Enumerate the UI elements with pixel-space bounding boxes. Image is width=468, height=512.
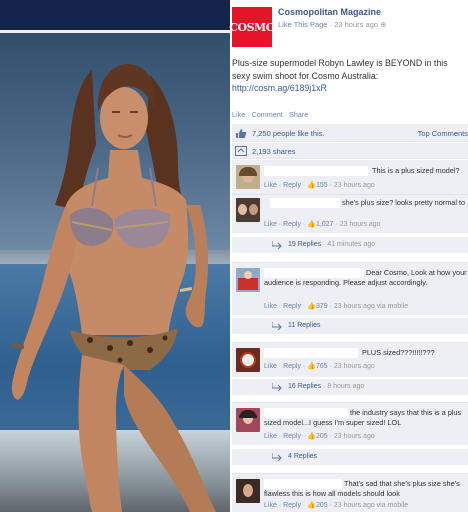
comment-reply-link[interactable]: Reply bbox=[283, 182, 301, 189]
comment-item: Dear Cosmo, Look at how your audience is… bbox=[232, 263, 468, 315]
comment-time[interactable]: 23 hours ago bbox=[334, 433, 375, 440]
post-link[interactable]: http://cosm.ag/6189j1xR bbox=[232, 83, 327, 93]
globe-icon: ⊕ bbox=[380, 20, 387, 29]
replies-link[interactable]: 11 Replies bbox=[288, 322, 321, 329]
avatar[interactable] bbox=[236, 165, 260, 189]
replies-row[interactable]: 16 Replies · 8 hours ago bbox=[232, 379, 468, 395]
comment-like-link[interactable]: Like bbox=[264, 182, 277, 189]
comment-meta: Like · Reply · 👍379 · 23 hours ago via m… bbox=[264, 303, 409, 310]
like-page-line: Like This Page · 23 hours ago ⊕ bbox=[278, 20, 387, 29]
comment-meta: Like · Reply · 👍1,027 · 23 hours ago bbox=[264, 221, 381, 228]
facebook-post-panel: COSMO Cosmopolitan Magazine Like This Pa… bbox=[229, 0, 468, 512]
share-action[interactable]: Share bbox=[289, 110, 308, 119]
comment-text: she's plus size? looks pretty normal to … bbox=[342, 198, 466, 207]
comment-reply-link[interactable]: Reply bbox=[283, 433, 301, 440]
comment-like-count[interactable]: 155 bbox=[316, 182, 328, 189]
comment-reply-link[interactable]: Reply bbox=[283, 303, 301, 310]
avatar[interactable] bbox=[236, 479, 260, 503]
comment-text: That's sad that she's plus size she's fl… bbox=[264, 479, 460, 498]
thumbs-up-icon: 👍 bbox=[307, 502, 316, 509]
reply-arrow-icon bbox=[272, 383, 282, 391]
post-timestamp[interactable]: 23 hours ago bbox=[334, 20, 378, 29]
replies-row[interactable]: 11 Replies bbox=[232, 318, 468, 334]
comment-like-count[interactable]: 205 bbox=[316, 433, 328, 440]
likes-count[interactable]: 7,250 people like this. bbox=[252, 129, 325, 138]
replies-row[interactable]: 4 Replies bbox=[232, 449, 468, 465]
thumbs-up-icon: 👍 bbox=[307, 303, 316, 310]
comment-like-count[interactable]: 379 bbox=[316, 303, 328, 310]
post-photo[interactable] bbox=[0, 0, 230, 512]
comment-like-link[interactable]: Like bbox=[264, 433, 277, 440]
post-header: COSMO Cosmopolitan Magazine Like This Pa… bbox=[229, 0, 468, 48]
redacted-name bbox=[270, 198, 340, 208]
comment-item: That's sad that she's plus size she's fl… bbox=[232, 474, 468, 512]
redacted-name bbox=[264, 348, 358, 358]
post-text: Plus-size supermodel Robyn Lawley is BEY… bbox=[232, 58, 448, 93]
comment-like-link[interactable]: Like bbox=[264, 221, 277, 228]
comment-like-link[interactable]: Like bbox=[264, 303, 277, 310]
replies-time: 41 minutes ago bbox=[327, 241, 376, 248]
comment-time[interactable]: 23 hours ago via mobile bbox=[334, 502, 408, 509]
comment-like-count[interactable]: 205 bbox=[316, 502, 328, 509]
share-icon bbox=[235, 146, 247, 156]
comment-text: This is a plus sized model? bbox=[372, 166, 460, 175]
thumbs-up-icon: 👍 bbox=[307, 433, 316, 440]
comment-like-link[interactable]: Like bbox=[264, 363, 277, 370]
avatar[interactable] bbox=[236, 408, 260, 432]
avatar[interactable] bbox=[236, 198, 260, 222]
shares-row: 2,193 shares bbox=[232, 143, 468, 159]
top-comments-toggle[interactable]: Top Comments bbox=[418, 129, 468, 138]
comment-time[interactable]: 23 hours ago bbox=[334, 182, 375, 189]
comment-action[interactable]: Comment bbox=[252, 110, 283, 119]
comment-meta: Like · Reply · 👍205 · 23 hours ago bbox=[264, 433, 375, 440]
comment-meta: Like · Reply · 👍205 · 23 hours ago via m… bbox=[264, 502, 409, 509]
reply-arrow-icon bbox=[272, 453, 282, 461]
comment-time[interactable]: 23 hours ago via mobile bbox=[334, 303, 408, 310]
replies-link[interactable]: 16 Replies bbox=[288, 383, 321, 390]
comment-text-line2: x bbox=[264, 208, 468, 218]
replies-time: 8 hours ago bbox=[327, 383, 365, 390]
thumbs-up-icon: 👍 bbox=[307, 221, 316, 228]
avatar[interactable] bbox=[236, 268, 260, 292]
replies-link[interactable]: 19 Replies bbox=[288, 241, 321, 248]
page-name-link[interactable]: Cosmopolitan Magazine bbox=[278, 7, 381, 17]
comment-time[interactable]: 23 hours ago bbox=[340, 221, 381, 228]
post-actions: Like · Comment · Share bbox=[232, 110, 309, 119]
like-action[interactable]: Like bbox=[232, 110, 245, 119]
comment-item: This is a plus sized model? Like · Reply… bbox=[232, 160, 468, 194]
comment-item: the industry says that this is a plus si… bbox=[232, 403, 468, 445]
comment-item: PLUS sized???!!!!!??? Like · Reply · 👍76… bbox=[232, 343, 468, 377]
comment-meta: Like · Reply · 👍765 · 23 hours ago bbox=[264, 363, 375, 370]
reply-arrow-icon bbox=[272, 322, 282, 330]
avatar[interactable] bbox=[236, 348, 260, 372]
redacted-name bbox=[264, 166, 368, 176]
like-page-link[interactable]: Like This Page bbox=[278, 20, 327, 29]
shares-count[interactable]: 2,193 shares bbox=[252, 147, 295, 156]
comment-reply-link[interactable]: Reply bbox=[283, 363, 301, 370]
page-avatar-logo[interactable]: COSMO bbox=[229, 7, 275, 47]
likes-summary-row: 7,250 people like this. Top Comments bbox=[232, 124, 468, 142]
comment-time[interactable]: 23 hours ago bbox=[334, 363, 375, 370]
comment-text: the industry says that this is a plus si… bbox=[264, 408, 462, 427]
comment-item: she's plus size? looks pretty normal to … bbox=[232, 195, 468, 233]
model-figure bbox=[11, 64, 216, 512]
replies-row[interactable]: 19 Replies · 41 minutes ago bbox=[232, 237, 468, 253]
thumbs-up-icon bbox=[236, 129, 247, 138]
comment-text: PLUS sized???!!!!!??? bbox=[362, 348, 435, 357]
thumbs-up-icon: 👍 bbox=[307, 363, 316, 370]
thumbs-up-icon: 👍 bbox=[307, 182, 316, 189]
reply-arrow-icon bbox=[272, 241, 282, 249]
comment-text: Dear Cosmo, Look at how your audience is… bbox=[264, 268, 467, 287]
comment-meta: Like · Reply · 👍155 · 23 hours ago bbox=[264, 182, 375, 189]
comment-reply-link[interactable]: Reply bbox=[283, 221, 301, 228]
replies-link[interactable]: 4 Replies bbox=[288, 453, 317, 460]
comment-like-count[interactable]: 1,027 bbox=[316, 221, 334, 228]
comment-reply-link[interactable]: Reply bbox=[283, 502, 301, 509]
comment-like-link[interactable]: Like bbox=[264, 502, 277, 509]
comment-like-count[interactable]: 765 bbox=[316, 363, 328, 370]
